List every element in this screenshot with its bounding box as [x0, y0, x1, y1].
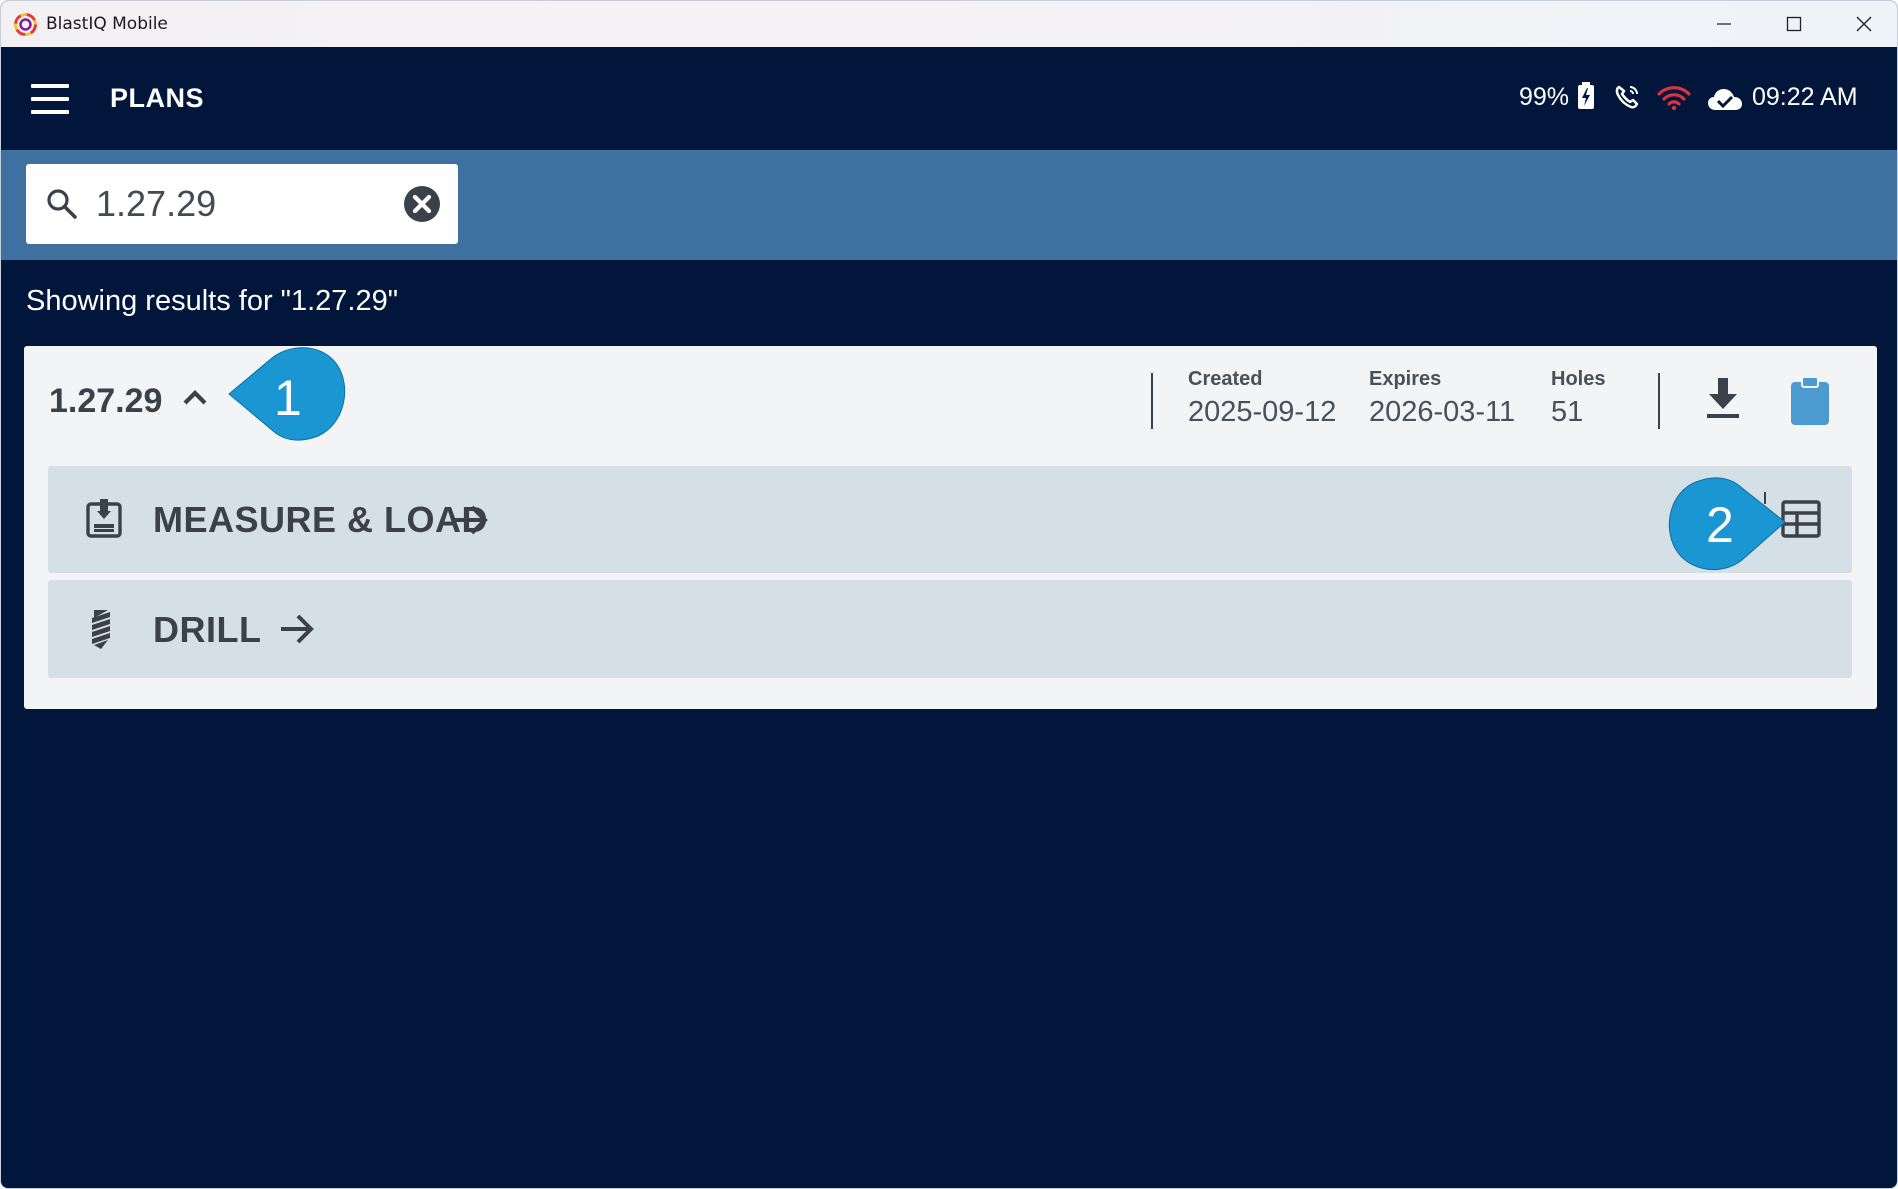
- holes-label: Holes: [1551, 368, 1606, 390]
- phone-icon: [1615, 85, 1639, 109]
- window-title: BlastIQ Mobile: [46, 14, 168, 34]
- download-icon[interactable]: [1704, 376, 1742, 420]
- clipboard-icon[interactable]: [1790, 376, 1830, 426]
- search-icon: [47, 189, 77, 219]
- plan-name[interactable]: 1.27.29: [49, 382, 162, 421]
- search-results-summary: Showing results for "1.27.29": [26, 285, 399, 317]
- search-input[interactable]: [96, 180, 396, 228]
- created-value: 2025-09-12: [1188, 396, 1337, 428]
- search-bar-region: [1, 150, 1897, 260]
- arrow-right-icon: [281, 614, 314, 644]
- title-bar: BlastIQ Mobile: [1, 1, 1897, 47]
- wifi-icon: [1657, 86, 1691, 111]
- clear-search-icon[interactable]: [403, 185, 441, 223]
- battery-charging-icon: [1578, 82, 1594, 109]
- drill-row[interactable]: DRILL: [48, 580, 1852, 678]
- callout-number-2: 2: [1706, 497, 1734, 553]
- maximize-icon: [1786, 16, 1802, 32]
- holes-value: 51: [1551, 396, 1584, 428]
- app-header: PLANS 99% 09:22 AM: [1, 47, 1897, 150]
- meta-divider-left: [1151, 373, 1153, 429]
- hamburger-menu-icon[interactable]: [31, 84, 69, 114]
- callout-number-1: 1: [274, 370, 302, 426]
- measure-load-label: MEASURE & LOAD: [153, 499, 489, 540]
- created-label: Created: [1188, 368, 1263, 390]
- close-icon: [1856, 16, 1872, 32]
- measure-load-icon: [86, 499, 122, 538]
- clock-time: 09:22 AM: [1752, 83, 1858, 111]
- measure-and-load-row[interactable]: MEASURE & LOAD 2: [48, 466, 1852, 573]
- expires-value: 2026-03-11: [1369, 396, 1516, 428]
- app-logo-icon: [14, 13, 37, 36]
- drill-bit-icon: [92, 610, 110, 649]
- maximize-button[interactable]: [1759, 1, 1829, 47]
- arrow-right-icon: [455, 505, 488, 535]
- close-window-button[interactable]: [1829, 1, 1897, 47]
- chevron-up-icon[interactable]: [182, 388, 208, 406]
- search-box: [26, 164, 458, 244]
- meta-divider-right: [1658, 373, 1660, 429]
- app-window: BlastIQ Mobile PLANS 99% 09:22 AM 1.27.2…: [0, 0, 1898, 1189]
- cloud-sync-icon: [1708, 89, 1742, 110]
- plan-card: 1.27.29 1 Created 2025-09-12 Expires 202…: [24, 346, 1877, 709]
- minimize-button[interactable]: [1689, 1, 1759, 47]
- expires-label: Expires: [1369, 368, 1442, 390]
- page-title: PLANS: [110, 83, 205, 113]
- minimize-icon: [1717, 23, 1731, 25]
- drill-label: DRILL: [153, 609, 262, 650]
- battery-level: 99%: [1519, 83, 1570, 111]
